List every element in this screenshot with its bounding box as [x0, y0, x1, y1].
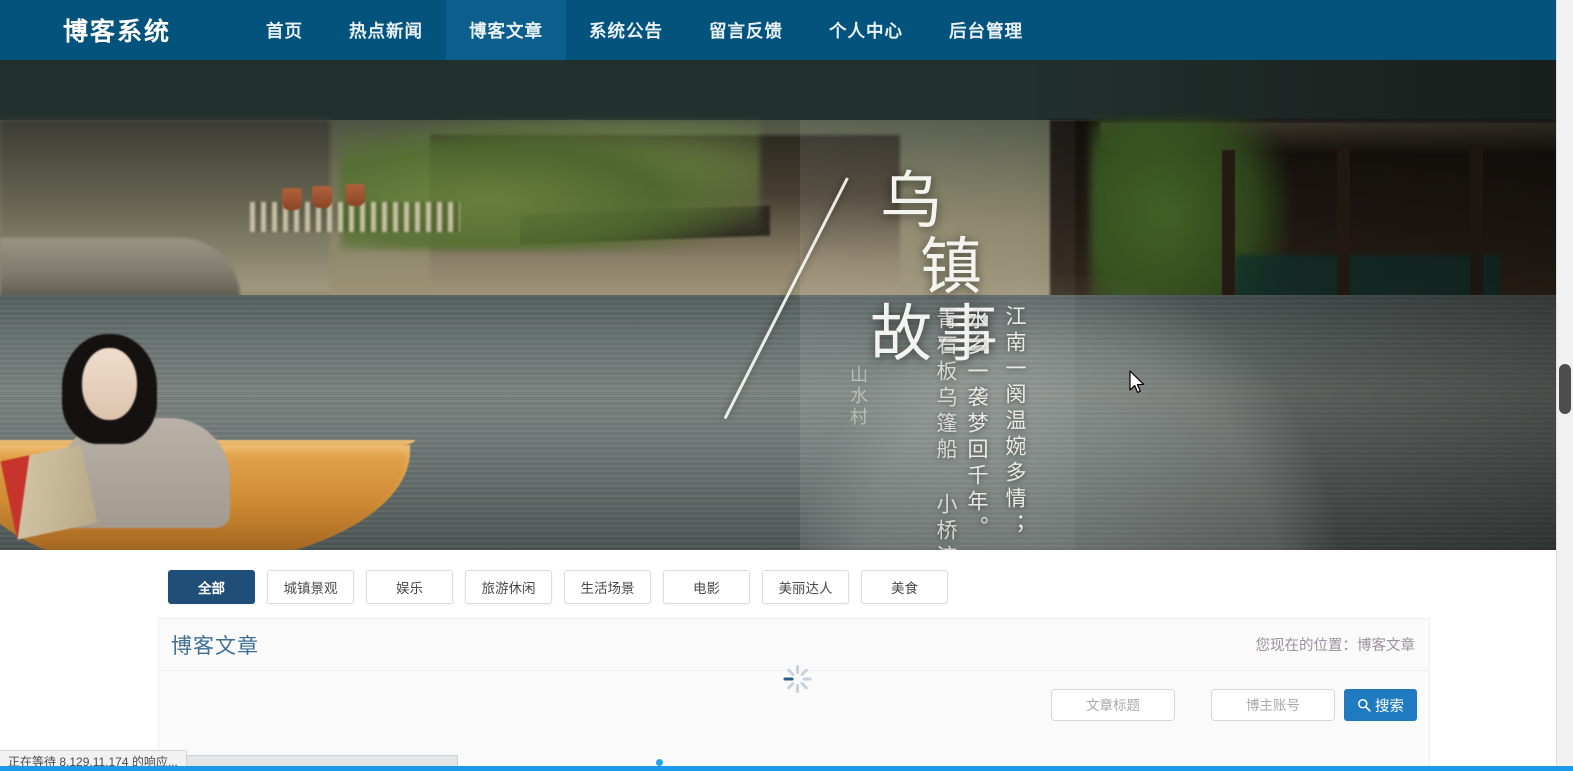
content-panel: 博客文章 您现在的位置：博客文章 搜索: [158, 618, 1430, 771]
mouse-cursor: [1129, 370, 1145, 393]
category-tab-movies[interactable]: 电影: [663, 570, 750, 604]
category-tab-all[interactable]: 全部: [168, 570, 255, 604]
hero-title-line-1: 乌: [880, 168, 947, 236]
search-toolbar: 搜索: [159, 689, 1431, 721]
search-icon: [1358, 699, 1371, 712]
site-brand[interactable]: 博客系统: [63, 12, 171, 48]
breadcrumb: 您现在的位置：博客文章: [1255, 638, 1416, 654]
nav-item-admin[interactable]: 后台管理: [926, 0, 1046, 60]
page-scrollbar[interactable]: [1556, 0, 1573, 771]
main-navigation: 首页 热点新闻 博客文章 系统公告 留言反馈 个人中心 后台管理: [243, 0, 1046, 60]
hero-poem-column-1: 江南一阕温婉多情；: [1003, 305, 1027, 539]
category-tab-entertainment[interactable]: 娱乐: [366, 570, 453, 604]
hero-carousel[interactable]: 乌 镇 故事 山水村 江南一阕温婉多情； 水乡一袭梦回千年。 青石板乌篷船 小桥…: [0, 60, 1573, 550]
nav-item-announcements[interactable]: 系统公告: [566, 0, 686, 60]
blogger-account-input[interactable]: [1211, 689, 1335, 721]
hero-seal-text: 山水村: [848, 365, 868, 428]
category-tab-life-scenes[interactable]: 生活场景: [564, 570, 651, 604]
panel-header: 博客文章 您现在的位置：博客文章: [159, 619, 1429, 671]
hero-slide-image: [0, 60, 1573, 550]
page-title: 博客文章: [171, 634, 259, 658]
category-filter-bar: 全部 城镇景观 娱乐 旅游休闲 生活场景 电影 美丽达人 美食: [168, 570, 948, 604]
hero-poem-column-2: 水乡一袭梦回千年。: [965, 308, 989, 542]
scrollbar-thumb[interactable]: [1559, 364, 1571, 414]
search-button[interactable]: 搜索: [1344, 689, 1417, 721]
nav-item-user-center[interactable]: 个人中心: [806, 0, 926, 60]
search-button-label: 搜索: [1375, 698, 1404, 715]
category-tab-travel-leisure[interactable]: 旅游休闲: [465, 570, 552, 604]
article-title-input[interactable]: [1051, 689, 1175, 721]
nav-item-feedback[interactable]: 留言反馈: [686, 0, 806, 60]
hero-poem-column-3: 青石板乌篷船 小桥流水烟雨一场。: [934, 308, 958, 550]
site-navbar: 博客系统 首页 热点新闻 博客文章 系统公告 留言反馈 个人中心 后台管理: [0, 0, 1573, 60]
nav-item-blog-articles[interactable]: 博客文章: [446, 0, 567, 60]
nav-item-home[interactable]: 首页: [243, 0, 326, 60]
category-tab-food[interactable]: 美食: [861, 570, 948, 604]
hero-title-line-2: 镇: [920, 234, 987, 303]
browser-viewport: 博客系统 首页 热点新闻 博客文章 系统公告 留言反馈 个人中心 后台管理 乌 …: [0, 0, 1573, 771]
taskbar-strip: [0, 766, 1573, 771]
category-tab-townscape[interactable]: 城镇景观: [267, 570, 354, 604]
nav-item-hot-news[interactable]: 热点新闻: [326, 0, 446, 60]
category-tab-beauties[interactable]: 美丽达人: [762, 570, 849, 604]
